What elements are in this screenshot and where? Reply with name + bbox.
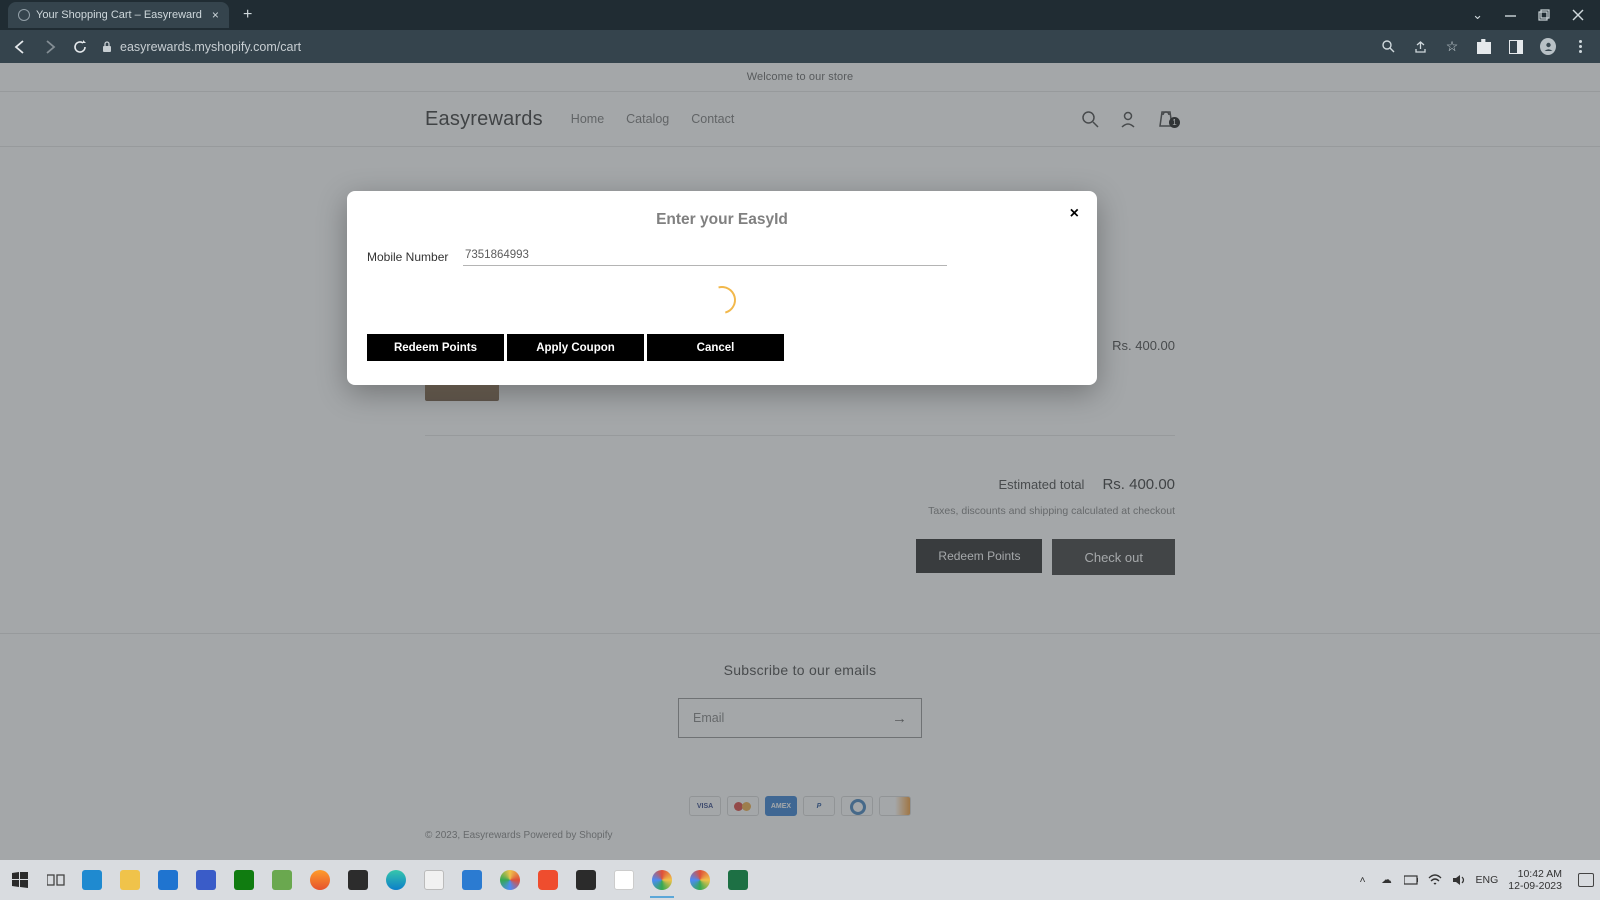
start-button[interactable] xyxy=(6,866,34,894)
tab-title: Your Shopping Cart – Easyreward xyxy=(36,9,202,21)
window-maximize-icon[interactable] xyxy=(1538,9,1550,21)
tab-close-icon[interactable]: × xyxy=(212,8,219,22)
taskbar-app-snip[interactable] xyxy=(420,866,448,894)
side-panel-icon[interactable] xyxy=(1508,39,1524,55)
taskbar-app-figma[interactable] xyxy=(344,866,372,894)
window-minimize-icon[interactable] xyxy=(1505,10,1516,21)
nav-forward-icon[interactable] xyxy=(42,39,58,55)
tray-volume-icon[interactable] xyxy=(1452,873,1466,887)
share-icon[interactable] xyxy=(1412,39,1428,55)
taskbar-app-edge[interactable] xyxy=(382,866,410,894)
task-view-icon[interactable] xyxy=(42,866,70,894)
modal-apply-coupon-button[interactable]: Apply Coupon xyxy=(507,334,644,361)
taskbar-app-terminal[interactable] xyxy=(572,866,600,894)
url-text: easyrewards.myshopify.com/cart xyxy=(120,40,301,54)
easyid-modal: × Enter your EasyId Mobile Number Redeem… xyxy=(347,191,1097,385)
taskbar-app-chrome-canary[interactable] xyxy=(496,866,524,894)
new-tab-button[interactable]: + xyxy=(243,6,252,24)
taskbar-app-store[interactable] xyxy=(78,866,106,894)
profile-avatar-icon[interactable] xyxy=(1540,39,1556,55)
taskbar-app-mail[interactable] xyxy=(154,866,182,894)
mobile-number-input[interactable] xyxy=(463,247,947,266)
bookmark-star-icon[interactable]: ☆ xyxy=(1444,39,1460,55)
tray-ime[interactable]: ENG xyxy=(1476,874,1499,886)
taskbar-app-slack[interactable] xyxy=(610,866,638,894)
taskbar-app-vscode[interactable] xyxy=(458,866,486,894)
tray-expand-icon[interactable]: ˄ xyxy=(1356,873,1370,887)
tray-battery-icon[interactable] xyxy=(1404,873,1418,887)
taskbar-app-chrome-2[interactable] xyxy=(686,866,714,894)
windows-taskbar[interactable]: ˄ ☁ ENG 10:42 AM 12-09-2023 xyxy=(0,860,1600,900)
window-close-icon[interactable] xyxy=(1572,9,1584,21)
loading-spinner-icon xyxy=(703,281,741,319)
extensions-icon[interactable] xyxy=(1476,39,1492,55)
browser-toolbar: easyrewards.myshopify.com/cart ☆ xyxy=(0,30,1600,63)
nav-reload-icon[interactable] xyxy=(72,39,88,55)
browser-tab[interactable]: Your Shopping Cart – Easyreward × xyxy=(8,2,229,28)
modal-cancel-button[interactable]: Cancel xyxy=(647,334,784,361)
zoom-icon[interactable] xyxy=(1380,39,1396,55)
tray-onedrive-icon[interactable]: ☁ xyxy=(1380,873,1394,887)
chrome-menu-icon[interactable] xyxy=(1572,39,1588,55)
modal-close-icon[interactable]: × xyxy=(1070,205,1079,223)
taskbar-app-excel[interactable] xyxy=(724,866,752,894)
browser-titlebar: Your Shopping Cart – Easyreward × + ⌄ xyxy=(0,0,1600,30)
url-bar[interactable]: easyrewards.myshopify.com/cart xyxy=(102,40,1366,54)
taskbar-app-firefox[interactable] xyxy=(306,866,334,894)
taskbar-app-chrome-active[interactable] xyxy=(648,866,676,894)
tray-notifications-icon[interactable] xyxy=(1578,873,1594,887)
tray-clock[interactable]: 10:42 AM 12-09-2023 xyxy=(1508,868,1562,892)
lock-icon xyxy=(102,41,112,53)
modal-title: Enter your EasyId xyxy=(363,211,1081,229)
taskbar-app-2[interactable] xyxy=(268,866,296,894)
modal-backdrop[interactable] xyxy=(0,63,1600,860)
tray-wifi-icon[interactable] xyxy=(1428,873,1442,887)
taskbar-app-xbox[interactable] xyxy=(230,866,258,894)
mobile-number-label: Mobile Number xyxy=(367,250,453,264)
modal-redeem-points-button[interactable]: Redeem Points xyxy=(367,334,504,361)
taskbar-app-brave[interactable] xyxy=(534,866,562,894)
nav-back-icon[interactable] xyxy=(12,39,28,55)
tab-search-icon[interactable]: ⌄ xyxy=(1472,7,1483,23)
tab-favicon xyxy=(18,9,30,21)
taskbar-app-explorer[interactable] xyxy=(116,866,144,894)
taskbar-app-1[interactable] xyxy=(192,866,220,894)
